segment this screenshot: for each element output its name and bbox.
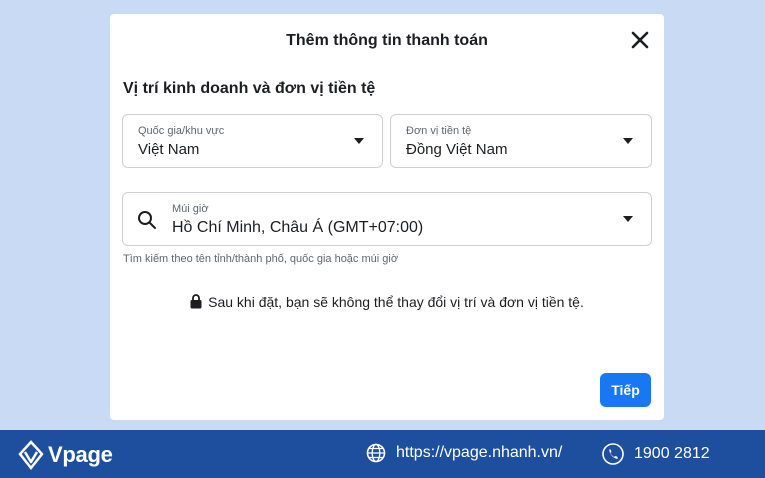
website-url[interactable]: https://vpage.nhanh.vn/ [396,444,562,462]
search-icon [138,211,156,229]
chevron-down-icon [354,138,364,144]
website-link[interactable]: https://vpage.nhanh.vn/ [366,443,562,463]
phone-icon [602,443,624,465]
vpage-logo-icon [18,440,44,470]
currency-select[interactable]: Đơn vị tiền tệ Đồng Việt Nam [390,114,652,168]
country-value: Việt Nam [138,141,200,158]
footer-bar: Vpage https://vpage.nhanh.vn/ 1900 2812 [0,430,765,478]
close-icon[interactable] [628,28,652,52]
notice-label: Sau khi đặt, bạn sẽ không thể thay đổi v… [208,294,584,310]
brand-name: Vpage [48,442,113,467]
country-label: Quốc gia/khu vực [138,125,225,137]
dialog-title: Thêm thông tin thanh toán [286,32,488,49]
section-title: Vị trí kinh doanh và đơn vị tiền tệ [123,80,376,97]
close-button[interactable] [628,28,652,52]
chevron-down-icon [623,138,633,144]
timezone-select[interactable]: Múi giờ Hồ Chí Minh, Châu Á (GMT+07:00) [122,192,652,246]
country-select[interactable]: Quốc gia/khu vực Việt Nam [122,114,383,168]
phone-number[interactable]: 1900 2812 [634,445,710,463]
currency-value: Đồng Việt Nam [406,141,508,158]
globe-icon [366,443,386,463]
brand-logo: Vpage [18,440,113,470]
currency-label: Đơn vị tiền tệ [406,125,472,137]
next-button[interactable]: Tiếp [600,373,651,407]
timezone-helper-text: Tìm kiếm theo tên tỉnh/thành phố, quốc g… [123,253,399,265]
notice-text: Sau khi đặt, bạn sẽ không thể thay đổi v… [110,294,664,310]
timezone-label: Múi giờ [172,203,209,215]
timezone-value: Hồ Chí Minh, Châu Á (GMT+07:00) [172,219,424,236]
phone-contact[interactable]: 1900 2812 [602,443,710,465]
lock-icon [190,294,202,309]
payment-dialog: Thêm thông tin thanh toán Vị trí kinh do… [110,14,664,420]
chevron-down-icon [623,216,633,222]
